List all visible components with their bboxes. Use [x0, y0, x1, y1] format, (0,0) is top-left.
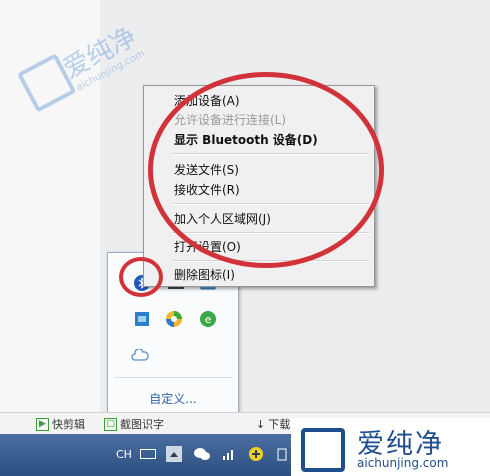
ocr-icon: □ [104, 417, 117, 431]
menu-separator [172, 260, 370, 262]
menu-item-join-pan[interactable]: 加入个人区域网(J) [174, 210, 271, 227]
toolbar-item-download[interactable]: ↓ 下载 [256, 416, 290, 432]
intel-graphics-tray-icon[interactable] [132, 309, 152, 329]
security-tray-icon[interactable] [164, 309, 184, 329]
menu-item-show-devices[interactable]: 显示 Bluetooth 设备(D) [174, 131, 318, 148]
menu-separator [172, 153, 370, 155]
tray-divider [114, 377, 232, 378]
download-arrow-icon: ↓ [256, 417, 266, 431]
browser-tray-icon[interactable]: e [198, 309, 218, 329]
menu-item-receive-file[interactable]: 接收文件(R) [174, 181, 240, 198]
toolbar-item-ocr[interactable]: □ 截图识字 [104, 416, 164, 432]
bluetooth-context-menu: 添加设备(A) 允许设备进行连接(L) 显示 Bluetooth 设备(D) 发… [143, 85, 375, 287]
toolbar-item-label: 快剪辑 [52, 418, 85, 431]
battery-icon[interactable] [274, 446, 290, 462]
customize-link[interactable]: 自定义... [108, 390, 238, 407]
menu-separator [172, 203, 370, 205]
language-indicator[interactable]: CH [116, 448, 132, 461]
quick-clip-icon: ▶ [36, 417, 49, 431]
signal-icon[interactable] [222, 446, 238, 462]
menu-item-add-device[interactable]: 添加设备(A) [174, 92, 240, 109]
menu-separator [172, 232, 370, 234]
keyboard-icon[interactable] [140, 446, 156, 462]
show-hidden-icons-button[interactable] [166, 446, 182, 462]
toolbar-item-quick-clip[interactable]: ▶ 快剪辑 [36, 416, 85, 432]
wechat-icon[interactable] [194, 446, 210, 462]
svg-text:e: e [205, 313, 212, 326]
add-plus-icon[interactable] [248, 446, 264, 462]
menu-item-remove-icon[interactable]: 删除图标(I) [174, 266, 235, 283]
watermark-logo-icon [301, 428, 345, 472]
menu-item-allow-connect: 允许设备进行连接(L) [174, 113, 287, 127]
toolbar-item-label: 下载 [268, 418, 291, 431]
watermark-url-text: aichunjing.com [357, 456, 449, 470]
menu-item-open-settings[interactable]: 打开设置(O) [174, 238, 241, 255]
toolbar-item-label: 截图识字 [120, 418, 164, 431]
watermark-bottom: 爱纯净 aichunjing.com [291, 418, 490, 476]
menu-item-send-file[interactable]: 发送文件(S) [174, 161, 239, 178]
cloud-tray-icon[interactable] [130, 345, 150, 365]
